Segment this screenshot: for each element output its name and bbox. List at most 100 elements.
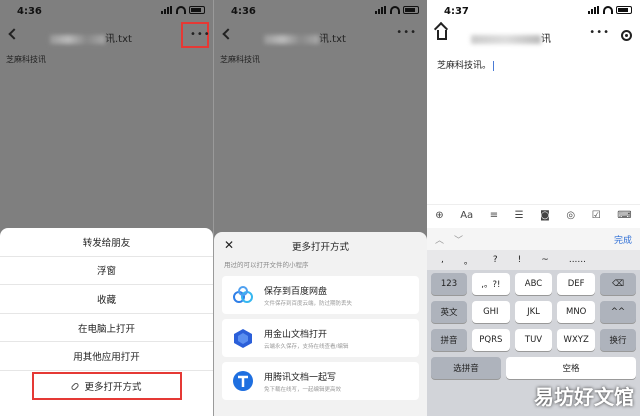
key-tuv[interactable]: TUV <box>514 329 553 351</box>
editor-area[interactable]: 芝麻科技讯。 <box>427 50 640 220</box>
card-desc: 文件保存到百度云端，防过期防丢失 <box>264 301 353 307</box>
nav-bar: 讯 ••• <box>427 22 640 50</box>
more-icon[interactable]: ••• <box>190 30 211 40</box>
candidate[interactable]: ? <box>493 255 498 265</box>
key-wxyz[interactable]: WXYZ <box>557 329 596 351</box>
more-button-highlight[interactable]: ••• <box>181 22 211 48</box>
format-toolbar: ⊕ Aa ≡ ☰ ◙ ◎ ☑ ⌨ <box>427 204 640 226</box>
file-title: 讯.txt <box>264 30 346 45</box>
battery-icon <box>403 6 419 14</box>
align-icon[interactable]: ≡ <box>490 210 498 221</box>
baidu-cloud-icon <box>233 286 253 303</box>
document-text: 芝麻科技讯 <box>6 55 46 64</box>
chevron-up-icon[interactable]: ︿ <box>435 233 444 246</box>
checkbox-icon[interactable]: ☑ <box>592 210 601 221</box>
status-time: 4:37 <box>444 6 469 17</box>
card-desc: 免下载在线写，一起编辑更高效 <box>264 387 342 393</box>
candidate[interactable]: ...... <box>569 255 586 265</box>
wifi-icon <box>176 6 186 14</box>
key-emoji[interactable]: ^^ <box>600 301 637 323</box>
candidate[interactable]: 。 <box>464 254 473 267</box>
kingsoft-docs-icon <box>234 329 252 348</box>
document-text: 芝麻科技讯 <box>220 55 260 64</box>
more-icon[interactable]: ••• <box>589 28 610 38</box>
action-sheet: 转发给朋友 浮窗 收藏 在电脑上打开 用其他应用打开 更多打开方式 <box>0 228 213 416</box>
key-space[interactable]: 空格 <box>506 357 636 379</box>
panel-share-menu: 4:36 讯.txt ••• 芝麻科技讯 转发给朋友 浮窗 收藏 在电脑上打开 … <box>0 0 213 416</box>
insert-icon[interactable]: ⊕ <box>435 210 443 221</box>
card-name: 用腾讯文档一起写 <box>264 373 337 383</box>
menu-item-more-open-wrapper: 更多打开方式 <box>0 371 213 401</box>
file-title: 讯.txt <box>50 30 132 45</box>
close-miniprogram-icon[interactable] <box>621 30 632 41</box>
menu-item-float[interactable]: 浮窗 <box>0 257 213 286</box>
key-backspace[interactable]: ⌫ <box>600 273 637 295</box>
watermark: 易坊好文馆 <box>534 385 634 409</box>
menu-item-more-open[interactable]: 更多打开方式 <box>31 372 182 401</box>
candidate[interactable]: , <box>441 255 444 265</box>
key-english[interactable]: 英文 <box>431 301 467 323</box>
keyboard-hide-icon[interactable]: ⌨ <box>617 210 631 221</box>
camera-icon[interactable]: ◙ <box>540 210 550 221</box>
candidate-bar: , 。 ? ! ~ ...... <box>427 250 640 270</box>
signal-icon <box>588 6 600 14</box>
wifi-icon <box>390 6 400 14</box>
key-mno[interactable]: MNO <box>557 301 596 323</box>
menu-item-open-other-app[interactable]: 用其他应用打开 <box>0 342 213 371</box>
key-punct[interactable]: ,。?! <box>472 273 510 295</box>
status-icons <box>161 6 205 14</box>
status-time: 4:36 <box>231 6 256 17</box>
text-format-icon[interactable]: Aa <box>460 210 473 221</box>
key-select-pinyin[interactable]: 选拼音 <box>431 357 501 379</box>
key-jkl[interactable]: JKL <box>514 301 553 323</box>
key-row: 123 ,。?! ABC DEF ⌫ <box>427 270 640 298</box>
status-bar: 4:37 <box>427 0 640 22</box>
card-baidu-pan[interactable]: 保存到百度网盘 文件保存到百度云端，防过期防丢失 <box>222 276 419 314</box>
keyboard-accessory: ︿ ﹀ 完成 <box>427 228 640 250</box>
battery-icon <box>616 6 632 14</box>
done-button[interactable]: 完成 <box>614 233 632 246</box>
blurred-title <box>264 34 319 44</box>
back-icon[interactable] <box>8 28 20 40</box>
key-123[interactable]: 123 <box>431 273 467 295</box>
color-icon[interactable]: ◎ <box>566 210 575 221</box>
status-bar: 4:36 <box>0 0 213 22</box>
panel-editor: 4:37 讯 ••• 芝麻科技讯。 ⊕ Aa ≡ ☰ ◙ ◎ ☑ ⌨ ︿ ﹀ 完… <box>427 0 640 416</box>
menu-item-favorite[interactable]: 收藏 <box>0 285 213 314</box>
card-tencent-docs[interactable]: 用腾讯文档一起写 免下载在线写，一起编辑更高效 <box>222 362 419 400</box>
sheet-hint: 用过的可以打开文件的小程序 <box>224 261 309 269</box>
blurred-title <box>50 34 105 44</box>
candidate[interactable]: ~ <box>541 255 549 265</box>
key-ghi[interactable]: GHI <box>472 301 510 323</box>
more-icon[interactable]: ••• <box>396 28 417 38</box>
link-icon <box>70 381 81 391</box>
key-return[interactable]: 换行 <box>600 329 637 351</box>
list-icon[interactable]: ☰ <box>515 210 524 221</box>
menu-item-forward[interactable]: 转发给朋友 <box>0 228 213 257</box>
key-pqrs[interactable]: PQRS <box>472 329 510 351</box>
signal-icon <box>375 6 387 14</box>
battery-icon <box>189 6 205 14</box>
candidate[interactable]: ! <box>518 255 522 265</box>
wifi-icon <box>603 6 613 14</box>
key-pinyin[interactable]: 拼音 <box>431 329 467 351</box>
chevron-down-icon[interactable]: ﹀ <box>454 233 463 246</box>
key-abc[interactable]: ABC <box>514 273 553 295</box>
status-time: 4:36 <box>17 6 42 17</box>
menu-item-open-on-pc[interactable]: 在电脑上打开 <box>0 314 213 343</box>
nav-bar: 讯.txt ••• <box>214 22 427 50</box>
editor-text: 芝麻科技讯。 <box>437 61 492 71</box>
menu-item-more-open-label: 更多打开方式 <box>84 382 142 394</box>
home-icon[interactable] <box>437 30 447 40</box>
sheet-header: ✕ 更多打开方式 <box>214 232 427 256</box>
card-kingsoft-docs[interactable]: 用金山文档打开 云端永久保存，支持在线查看/编辑 <box>222 319 419 357</box>
signal-icon <box>161 6 173 14</box>
card-name: 保存到百度网盘 <box>264 287 328 297</box>
key-row: 拼音 PQRS TUV WXYZ 换行 <box>427 326 640 354</box>
key-row: 英文 GHI JKL MNO ^^ <box>427 298 640 326</box>
back-icon[interactable] <box>222 28 234 40</box>
panel-more-open: 4:36 讯.txt ••• 芝麻科技讯 ✕ 更多打开方式 用过的可以打开文件的… <box>213 0 427 416</box>
status-icons <box>588 6 632 14</box>
status-bar: 4:36 <box>214 0 427 22</box>
key-def[interactable]: DEF <box>557 273 596 295</box>
